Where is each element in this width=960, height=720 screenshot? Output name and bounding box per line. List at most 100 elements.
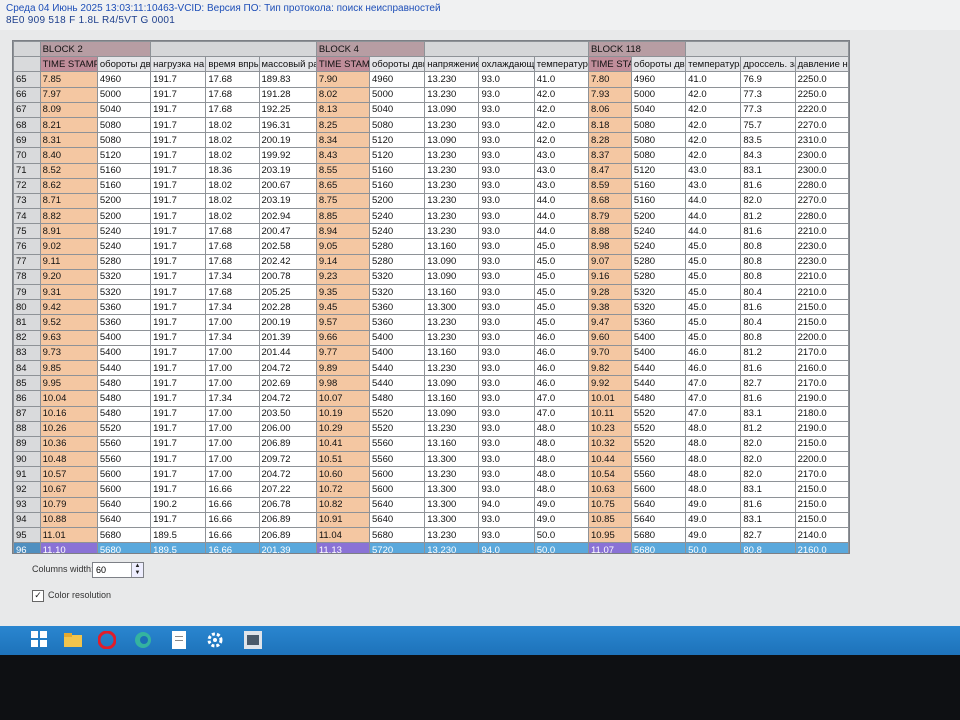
table-row[interactable]: 80 9.42 5360 191.7 17.34 202.28 9.45 5360 13.300…: [13, 299, 849, 316]
settings-gear-icon[interactable]: [204, 631, 226, 653]
table-row[interactable]: 65 7.85 4960 191.7 17.68 189.83 7.90 4960 13.230…: [13, 71, 849, 88]
column-header-7[interactable]: обороты двигателя (G28) /min: [368, 56, 426, 73]
value-cell: 191.7: [150, 223, 207, 240]
table-row[interactable]: 93 10.79 5640 190.2 16.66 206.78 10.82 5640 13.3…: [13, 496, 849, 513]
column-header-5[interactable]: массовый расход воздуха (G70): [258, 56, 317, 73]
timestamp-cell: 9.63: [39, 329, 98, 346]
columns-width-spinner[interactable]: 60 ▲ ▼: [92, 562, 144, 578]
row-number-cell: 66: [13, 86, 41, 103]
table-row[interactable]: 71 8.52 5160 191.7 18.36 203.19 8.55 5160 13.230…: [13, 162, 849, 179]
value-cell: 48.0: [533, 451, 589, 468]
value-cell: 17.00: [205, 435, 260, 453]
column-header-2[interactable]: обороты двигателя (G28) /min: [96, 56, 152, 73]
table-row[interactable]: 66 7.97 5000 191.7 17.68 191.28 8.02 5000 13.230…: [13, 86, 849, 103]
opera-browser-icon[interactable]: [96, 630, 118, 653]
column-header-4[interactable]: время впрыска ms: [205, 56, 260, 73]
table-row[interactable]: 84 9.85 5440 191.7 17.00 204.72 9.89 5440 13.230…: [13, 359, 849, 377]
timestamp-cell: 9.52: [39, 314, 98, 331]
value-cell: 13.230: [424, 162, 480, 179]
table-row[interactable]: 81 9.52 5360 191.7 17.00 200.19 9.57 5360 13.230…: [13, 314, 849, 331]
value-cell: 5440: [630, 375, 687, 392]
edge-browser-icon[interactable]: [132, 631, 154, 653]
value-cell: 191.7: [150, 481, 207, 498]
table-row[interactable]: 83 9.73 5400 191.7 17.00 201.44 9.77 5400 13.160…: [13, 344, 849, 361]
timestamp-cell: 10.79: [39, 496, 98, 513]
value-cell: 209.72: [258, 451, 317, 468]
timestamp-cell: 10.29: [315, 420, 371, 437]
value-cell: 201.39: [258, 329, 317, 346]
column-header-10[interactable]: температура всасываемого воздуха (G42): [533, 56, 589, 73]
diagnostic-app-icon[interactable]: [242, 631, 264, 653]
table-row[interactable]: 91 10.57 5600 191.7 17.00 204.72 10.60 5600 13.2…: [13, 466, 849, 483]
table-row[interactable]: 75 8.91 5240 191.7 17.68 200.47 8.94 5240 13.230…: [13, 223, 849, 240]
table-row[interactable]: 74 8.82 5200 191.7 18.02 202.94 8.85 5240 13.230…: [13, 208, 849, 225]
table-row[interactable]: 72 8.62 5160 191.7 18.02 200.67 8.65 5160 13.230…: [13, 177, 849, 194]
column-header-6[interactable]: TIME STAMP: [315, 56, 371, 73]
value-cell: 93.0: [478, 116, 535, 134]
value-cell: 5200: [96, 192, 152, 210]
value-cell: 18.02: [205, 116, 260, 134]
value-cell: 190.2: [150, 496, 207, 513]
table-row[interactable]: 88 10.26 5520 191.7 17.00 206.00 10.29 5520 13.2…: [13, 420, 849, 437]
table-row[interactable]: 96 11.10 5680 189.5 16.66 201.39 11.13 5720 13.2…: [13, 542, 849, 553]
table-row[interactable]: 69 8.31 5080 191.7 18.02 200.19 8.34 5120 13.090…: [13, 132, 849, 149]
column-header-11[interactable]: TIME STAMP: [587, 56, 632, 73]
column-header-12[interactable]: обороты двигателя (G28) /min: [630, 56, 687, 73]
table-row[interactable]: 85 9.95 5480 191.7 17.00 202.69 9.98 5440 13.090…: [13, 375, 849, 392]
value-cell: 93.0: [478, 344, 535, 361]
table-row[interactable]: 94 10.88 5640 191.7 16.66 206.89 10.91 5640 13.3…: [13, 511, 849, 529]
value-cell: 13.090: [424, 101, 480, 118]
timestamp-cell: 9.47: [587, 314, 632, 331]
value-cell: 4960: [630, 71, 687, 88]
table-row[interactable]: 73 8.71 5200 191.7 18.02 203.19 8.75 5200 13.230…: [13, 192, 849, 210]
table-row[interactable]: 90 10.48 5560 191.7 17.00 209.72 10.51 5560 13.3…: [13, 451, 849, 468]
table-row[interactable]: 79 9.31 5320 191.7 17.68 205.25 9.35 5320 13.160…: [13, 283, 849, 301]
color-resolution-checkbox[interactable]: ✓: [32, 590, 44, 602]
table-row[interactable]: 78 9.20 5320 191.7 17.34 200.78 9.23 5320 13.090…: [13, 268, 849, 286]
value-cell: 47.0: [685, 405, 742, 422]
value-cell: 82.7: [740, 526, 796, 544]
table-row[interactable]: 92 10.67 5600 191.7 16.66 207.22 10.72 5600 13.3…: [13, 481, 849, 498]
value-cell: 191.7: [150, 466, 207, 483]
value-cell: 5160: [368, 162, 426, 179]
table-row[interactable]: 68 8.21 5080 191.7 18.02 196.31 8.25 5080 13.230…: [13, 116, 849, 134]
value-cell: 17.68: [205, 253, 260, 270]
value-cell: 80.8: [740, 542, 796, 553]
timestamp-cell: 8.47: [587, 162, 632, 179]
table-row[interactable]: 77 9.11 5280 191.7 17.68 202.42 9.14 5280 13.090…: [13, 253, 849, 270]
timestamp-cell: 9.14: [315, 253, 371, 270]
value-cell: 17.68: [205, 223, 260, 240]
windows-start-icon[interactable]: [28, 631, 50, 653]
table-row[interactable]: 82 9.63 5400 191.7 17.34 201.39 9.66 5400 13.230…: [13, 329, 849, 346]
column-header-1[interactable]: TIME STAMP: [39, 56, 98, 73]
value-cell: 5520: [368, 405, 426, 422]
column-header-14[interactable]: дроссель. заслонка рабочий (N75): [740, 56, 796, 73]
value-cell: 17.68: [205, 71, 260, 88]
table-row[interactable]: 89 10.36 5560 191.7 17.00 206.89 10.41 5560 13.1…: [13, 435, 849, 453]
document-icon[interactable]: [168, 631, 190, 653]
column-header-15[interactable]: давление наддува (текущее) mbar: [794, 56, 849, 73]
column-header-13[interactable]: температура всасываемого воздуха (G42): [685, 56, 742, 73]
spinner-arrows-icon[interactable]: ▲ ▼: [131, 563, 143, 577]
value-cell: 2230.0: [794, 238, 849, 255]
column-header-9[interactable]: охлаждающая жидкость температура (G62): [478, 56, 535, 73]
column-header-8[interactable]: напряжение аккумулятор /клемма: [424, 56, 480, 73]
table-row[interactable]: 70 8.40 5120 191.7 18.02 199.92 8.43 5120 13.230…: [13, 147, 849, 164]
timestamp-cell: 9.02: [39, 238, 98, 255]
file-explorer-icon[interactable]: [62, 631, 84, 653]
value-cell: 42.0: [685, 101, 742, 118]
value-cell: 13.230: [424, 329, 480, 346]
measurement-grid[interactable]: BLOCK 2 BLOCK 4 BLOCK 118 TIME STAMP обор…: [12, 40, 850, 554]
value-cell: 5600: [368, 466, 426, 483]
value-cell: 13.300: [424, 481, 480, 498]
row-number-cell: 89: [13, 435, 41, 453]
value-cell: 202.58: [258, 238, 317, 255]
table-row[interactable]: 86 10.04 5480 191.7 17.34 204.72 10.07 5480 13.1…: [13, 390, 849, 407]
table-row[interactable]: 67 8.09 5040 191.7 17.68 192.25 8.13 5040 13.090…: [13, 101, 849, 118]
column-header-3[interactable]: нагрузка на двигатель: [150, 56, 207, 73]
timestamp-cell: 8.34: [315, 132, 371, 149]
table-row[interactable]: 76 9.02 5240 191.7 17.68 202.58 9.05 5280 13.160…: [13, 238, 849, 255]
timestamp-cell: 10.32: [587, 435, 632, 453]
table-row[interactable]: 95 11.01 5680 189.5 16.66 206.89 11.04 5680 13.2…: [13, 526, 849, 544]
table-row[interactable]: 87 10.16 5480 191.7 17.00 203.50 10.19 5520 13.0…: [13, 405, 849, 422]
